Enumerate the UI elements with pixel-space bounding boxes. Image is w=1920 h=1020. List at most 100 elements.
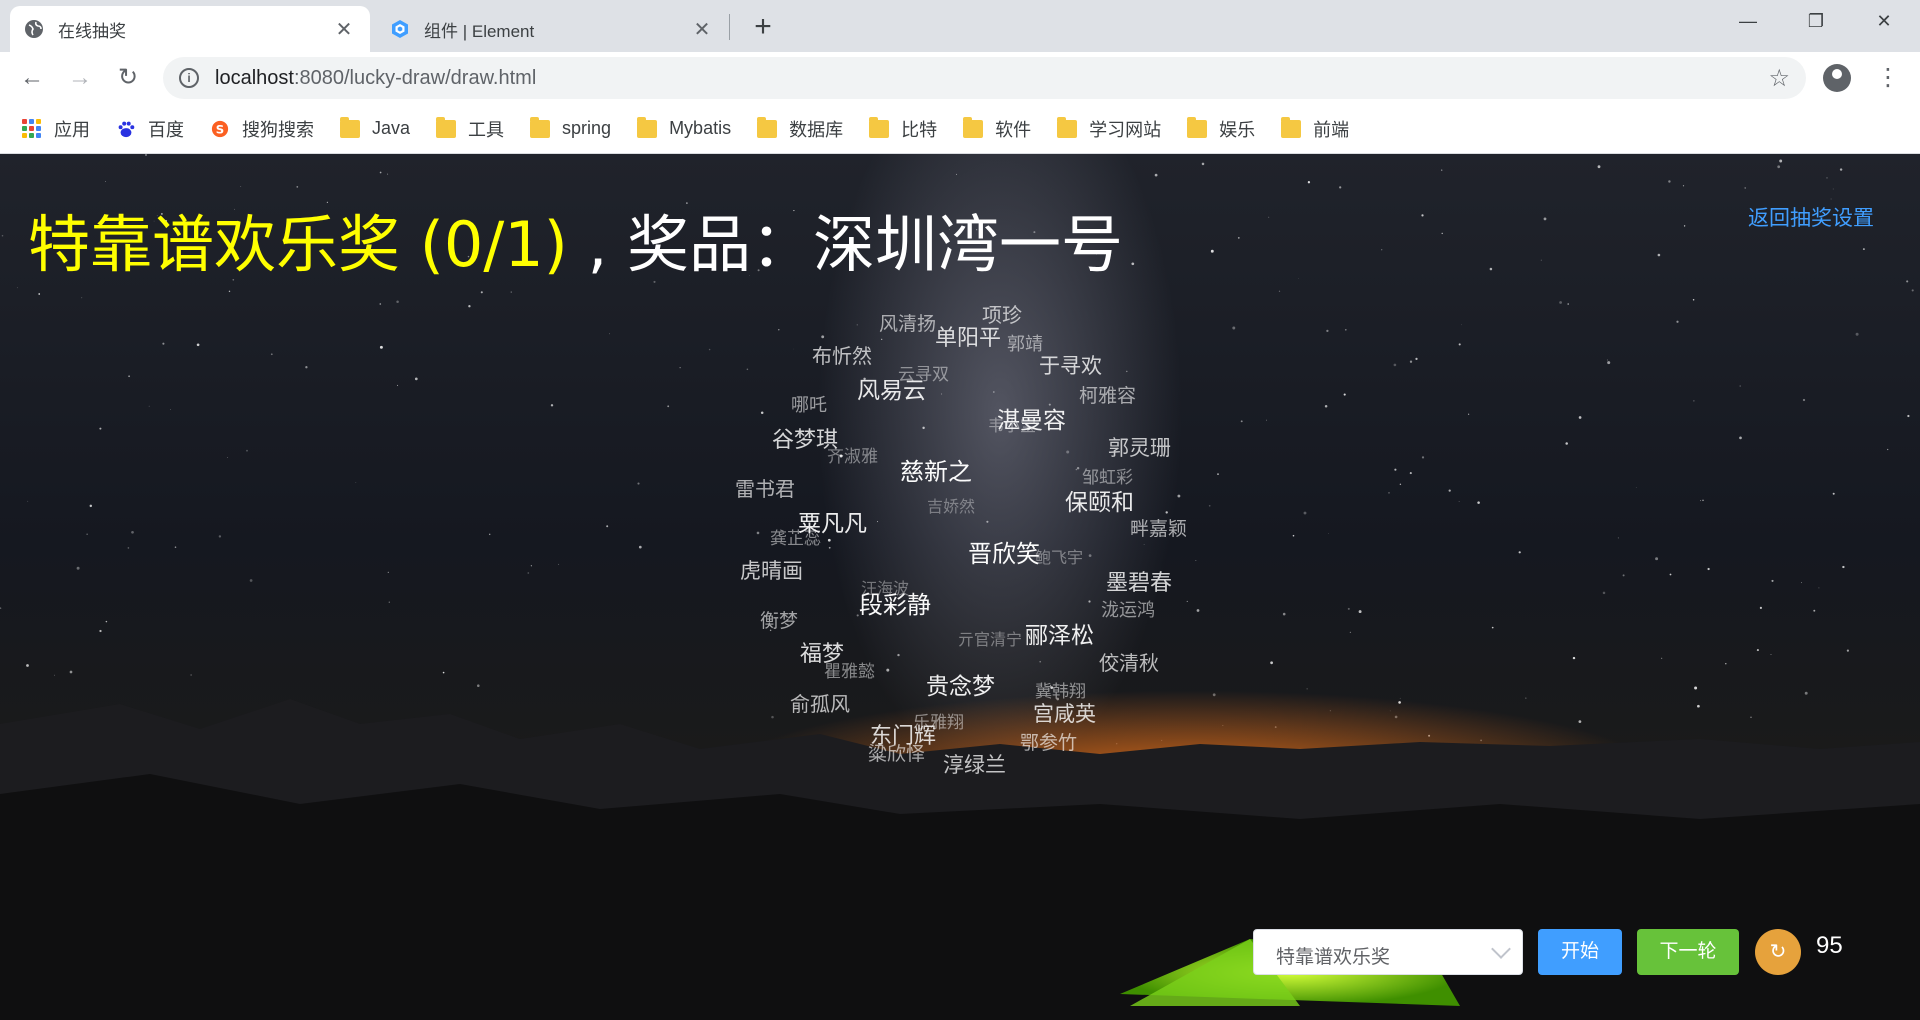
candidate-name: 郦泽松 bbox=[1025, 623, 1094, 649]
close-tab-icon[interactable]: ✕ bbox=[332, 17, 356, 42]
refresh-icon[interactable]: ↻ bbox=[1755, 929, 1801, 975]
browser-menu-icon[interactable]: ⋮ bbox=[1876, 62, 1900, 94]
bookmark-folder-bite[interactable]: 比特 bbox=[869, 116, 937, 142]
candidate-name: 郭灵珊 bbox=[1108, 436, 1171, 460]
candidate-name: 亓官清宁 bbox=[958, 630, 1023, 649]
bookmark-folder-entertainment[interactable]: 娱乐 bbox=[1187, 116, 1255, 142]
candidate-name: 布忻然 bbox=[812, 344, 872, 368]
bookmark-label: 软件 bbox=[995, 119, 1032, 140]
candidate-name: 郭靖 bbox=[1007, 334, 1043, 355]
candidate-name: 韦小宝 bbox=[988, 416, 1037, 435]
url-host: localhost bbox=[215, 66, 294, 89]
bookmark-label: 工具 bbox=[468, 119, 505, 140]
candidate-name: 龚芷蕊 bbox=[770, 529, 821, 549]
candidate-name: 粱欣怿 bbox=[868, 743, 926, 765]
bookmark-sogou[interactable]: S 搜狗搜索 bbox=[210, 116, 314, 142]
profile-avatar-icon[interactable] bbox=[1823, 64, 1851, 92]
candidate-name: 段彩静 bbox=[859, 591, 931, 619]
name-cloud: 项珍 风清扬 单阳平 郭靖 布忻然 于寻欢 云寻双 风易云 柯雅容 哪吒 湛曼容 韦小宝 谷梦琪 郭灵珊齐… bbox=[0, 154, 1920, 1020]
bookmark-folder-spring[interactable]: spring bbox=[530, 116, 612, 139]
candidate-name: 贵念梦 bbox=[926, 674, 995, 700]
candidate-name: 淳绿兰 bbox=[943, 753, 1006, 777]
close-tab-icon[interactable]: ✕ bbox=[690, 17, 714, 42]
tab-separator bbox=[729, 14, 730, 40]
bookmark-apps[interactable]: 应用 bbox=[22, 116, 90, 142]
candidate-name: 宫咸英 bbox=[1033, 702, 1096, 726]
browser-toolbar: ← → ↻ i localhost:8080/lucky-draw/draw.h… bbox=[0, 52, 1920, 104]
bookmark-star-icon[interactable]: ☆ bbox=[1768, 64, 1790, 93]
bookmark-folder-software[interactable]: 软件 bbox=[963, 116, 1031, 142]
element-logo-icon bbox=[392, 20, 408, 38]
bookmark-label: spring bbox=[562, 118, 612, 138]
bookmark-label: Mybatis bbox=[669, 118, 732, 138]
candidate-name: 瞿雅懿 bbox=[824, 662, 875, 682]
url-text[interactable]: localhost:8080/lucky-draw/draw.html bbox=[215, 67, 1768, 90]
bookmark-folder-tools[interactable]: 工具 bbox=[436, 116, 504, 142]
bookmark-label: 数据库 bbox=[789, 119, 844, 140]
tab-element[interactable]: 组件 | Element ✕ bbox=[376, 6, 728, 52]
folder-icon bbox=[1281, 116, 1302, 138]
candidate-name: 齐淑雅 bbox=[827, 447, 878, 467]
remaining-count: 95 bbox=[1816, 932, 1843, 959]
address-bar[interactable]: i localhost:8080/lucky-draw/draw.html ☆ bbox=[163, 57, 1806, 99]
url-path: :8080/lucky-draw/draw.html bbox=[293, 66, 537, 89]
tab-title: 在线抽奖 bbox=[58, 21, 126, 41]
bookmark-label: 娱乐 bbox=[1219, 119, 1256, 140]
candidate-name: 于寻欢 bbox=[1039, 354, 1102, 378]
bookmark-label: 百度 bbox=[148, 119, 184, 140]
folder-icon bbox=[637, 116, 658, 138]
new-tab-button[interactable]: + bbox=[746, 10, 780, 44]
bookmark-baidu[interactable]: 百度 bbox=[116, 116, 184, 142]
bookmark-folder-java[interactable]: Java bbox=[340, 116, 410, 139]
lucky-draw-stage: 特靠谱欢乐奖 (0/1) , 奖品：深圳湾一号 返回抽奖设置 项珍 风清扬 单阳平郭… bbox=[0, 154, 1920, 1020]
candidate-name: 晋欣笑 bbox=[968, 540, 1040, 568]
bookmark-label: 应用 bbox=[54, 119, 90, 140]
back-button[interactable]: ← bbox=[16, 62, 48, 94]
candidate-name: 鲍飞宇 bbox=[1035, 548, 1084, 567]
chevron-down-icon bbox=[1491, 939, 1511, 959]
folder-icon bbox=[1057, 116, 1078, 138]
award-select-value: 特靠谱欢乐奖 bbox=[1276, 947, 1391, 968]
candidate-name: 虎晴画 bbox=[740, 559, 803, 583]
bookmark-label: 比特 bbox=[901, 119, 938, 140]
bookmark-label: 搜狗搜索 bbox=[242, 119, 314, 140]
reload-button[interactable]: ↻ bbox=[112, 62, 144, 94]
minimize-button[interactable]: — bbox=[1720, 0, 1776, 42]
maximize-button[interactable]: ❐ bbox=[1788, 0, 1844, 42]
candidate-name: 柯雅容 bbox=[1079, 385, 1137, 407]
folder-icon bbox=[963, 116, 984, 138]
bookmark-label: 前端 bbox=[1313, 119, 1350, 140]
globe-icon bbox=[25, 20, 43, 38]
award-select[interactable]: 特靠谱欢乐奖 bbox=[1253, 929, 1523, 975]
candidate-name: 畔嘉颖 bbox=[1130, 518, 1188, 540]
candidate-name: 风易云 bbox=[857, 378, 926, 404]
bookmark-folder-learning[interactable]: 学习网站 bbox=[1057, 116, 1161, 142]
bookmarks-bar: 应用 百度 S 搜狗搜索 Java 工具 spring Mybatis 数据库 … bbox=[0, 104, 1920, 154]
candidate-name: 哪吒 bbox=[791, 395, 827, 416]
candidate-name: 吉娇然 bbox=[927, 497, 976, 516]
candidate-name: 佼清秋 bbox=[1099, 651, 1159, 675]
folder-icon bbox=[340, 116, 360, 138]
bookmark-folder-frontend[interactable]: 前端 bbox=[1281, 116, 1349, 142]
next-round-button[interactable]: 下一轮 bbox=[1637, 929, 1739, 975]
candidate-name: 雷书君 bbox=[735, 477, 795, 501]
candidate-name: 俞孤风 bbox=[790, 692, 850, 716]
folder-icon bbox=[757, 116, 778, 138]
folder-icon bbox=[530, 116, 551, 138]
close-window-button[interactable]: ✕ bbox=[1856, 0, 1912, 42]
start-button[interactable]: 开始 bbox=[1538, 929, 1622, 975]
forward-button[interactable]: → bbox=[64, 62, 96, 94]
candidate-name: 墨碧春 bbox=[1106, 571, 1173, 596]
candidate-name: 慈新之 bbox=[900, 458, 972, 486]
bookmark-folder-database[interactable]: 数据库 bbox=[757, 116, 843, 142]
site-info-icon[interactable]: i bbox=[179, 68, 199, 88]
candidate-name: 单阳平 bbox=[935, 326, 1002, 351]
folder-icon bbox=[1187, 116, 1208, 138]
bookmark-folder-mybatis[interactable]: Mybatis bbox=[637, 116, 732, 139]
apps-grid-icon bbox=[22, 118, 42, 139]
candidate-name: 泷运鸿 bbox=[1101, 600, 1155, 621]
folder-icon bbox=[869, 116, 890, 138]
candidate-name: 保颐和 bbox=[1065, 490, 1134, 516]
candidate-name: 衡梦 bbox=[760, 610, 799, 632]
tab-lucky-draw[interactable]: 在线抽奖 ✕ bbox=[10, 6, 370, 52]
